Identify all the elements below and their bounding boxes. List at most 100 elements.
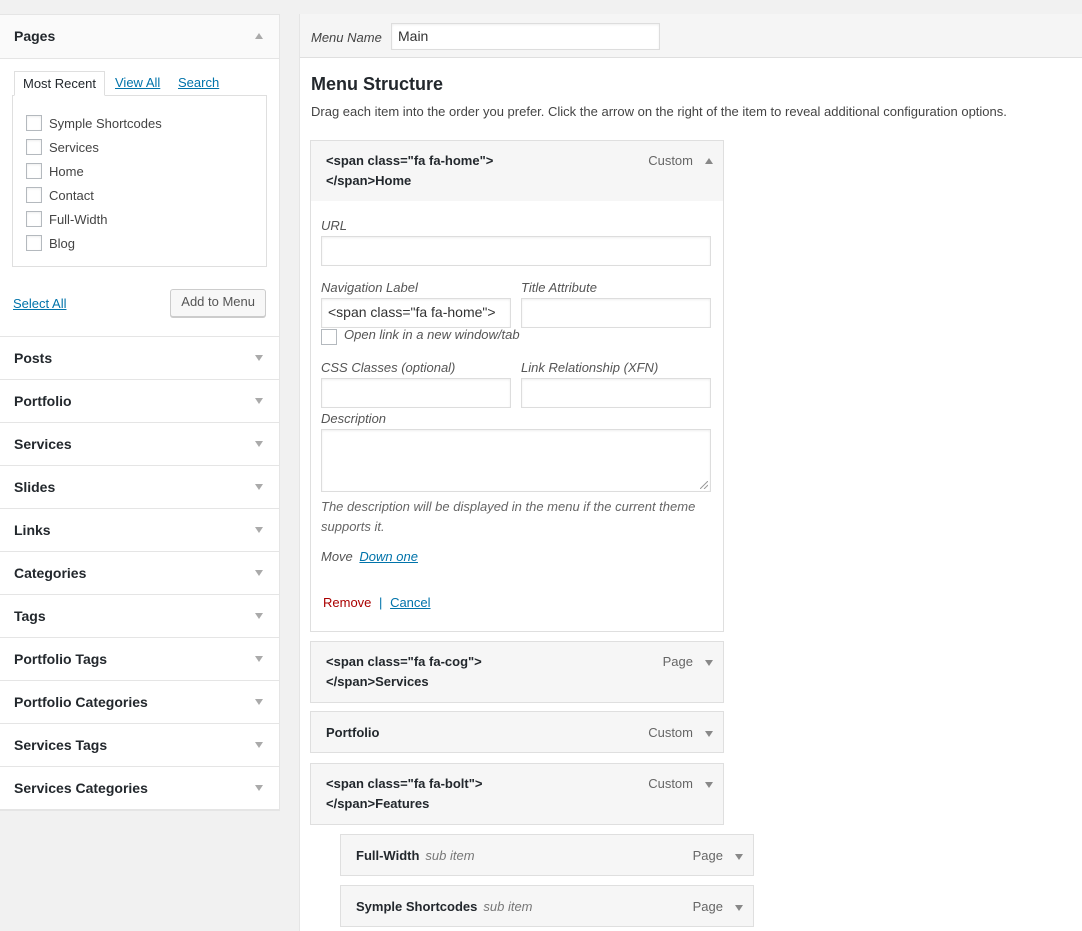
description-label: Description — [321, 411, 387, 426]
page-option: Blog — [26, 231, 266, 255]
section-title: Portfolio Categories — [14, 694, 148, 710]
menu-editor: Menu Name Main Menu Structure Drag each … — [299, 14, 1082, 931]
section-links[interactable]: Links — [0, 509, 279, 552]
menu-item-title: Full-Width sub item — [356, 846, 475, 866]
page-option-label: Services — [49, 139, 99, 155]
menu-item-title-line: <span class="fa fa-cog"> — [326, 654, 482, 669]
item-actions: Remove | Cancel — [323, 595, 431, 610]
cancel-link[interactable]: Cancel — [390, 595, 430, 610]
chevron-down-icon — [255, 742, 263, 748]
xfn-label: Link Relationship (XFN) — [521, 360, 659, 375]
section-services-categories[interactable]: Services Categories — [0, 767, 279, 810]
sub-item-label: sub item — [483, 899, 533, 914]
menu-item-type: Page — [692, 848, 723, 863]
pages-panel: Most Recent View All Search Symple Short… — [0, 59, 279, 337]
actions-separator: | — [379, 595, 383, 610]
chevron-down-icon[interactable] — [705, 660, 713, 666]
section-title: Services — [14, 436, 72, 452]
remove-link[interactable]: Remove — [323, 595, 371, 610]
chevron-down-icon — [255, 398, 263, 404]
page-option: Home — [26, 159, 266, 183]
chevron-up-icon[interactable] — [705, 158, 713, 164]
menu-item-title-line: </span>Features — [326, 796, 430, 811]
add-to-menu-button[interactable]: Add to Menu — [170, 289, 266, 317]
menu-name-input[interactable]: Main — [391, 23, 660, 50]
chevron-down-icon — [255, 527, 263, 533]
page-option-label: Symple Shortcodes — [49, 115, 162, 131]
menu-item-title: Symple Shortcodes sub item — [356, 897, 533, 917]
page-option: Full-Width — [26, 207, 266, 231]
navigation-label-input[interactable]: <span class="fa fa-home"> — [321, 298, 511, 328]
section-categories[interactable]: Categories — [0, 552, 279, 595]
tab-most-recent[interactable]: Most Recent — [14, 71, 105, 96]
section-portfolio-tags[interactable]: Portfolio Tags — [0, 638, 279, 681]
menu-item-type: Page — [662, 654, 693, 669]
sub-item-label: sub item — [425, 848, 475, 863]
section-posts[interactable]: Posts — [0, 337, 279, 380]
move-label: Move — [321, 549, 353, 564]
menu-structure-description: Drag each item into the order you prefer… — [311, 104, 1007, 119]
menu-item-title: <span class="fa fa-cog"> </span>Services — [326, 652, 482, 692]
page-checkbox[interactable] — [26, 115, 42, 131]
description-textarea[interactable] — [321, 429, 711, 492]
section-services[interactable]: Services — [0, 423, 279, 466]
section-title: Links — [14, 522, 51, 538]
chevron-down-icon[interactable] — [705, 731, 713, 737]
menu-structure-title: Menu Structure — [311, 74, 444, 94]
page-option-label: Full-Width — [49, 211, 108, 227]
section-portfolio[interactable]: Portfolio — [0, 380, 279, 423]
menu-item-full-width[interactable]: Full-Width sub item Page — [340, 834, 754, 876]
tab-search[interactable]: Search — [170, 71, 227, 94]
menu-item-services[interactable]: <span class="fa fa-cog"> </span>Services… — [310, 641, 724, 703]
page-option-label: Home — [49, 163, 84, 179]
chevron-down-icon — [255, 656, 263, 662]
menu-item-features[interactable]: <span class="fa fa-bolt"> </span>Feature… — [310, 763, 724, 825]
page-option-label: Blog — [49, 235, 76, 251]
menu-item-title-line: <span class="fa fa-home"> — [326, 153, 494, 168]
chevron-down-icon[interactable] — [735, 905, 743, 911]
description-help-text: The description will be displayed in the… — [321, 499, 696, 534]
page-option: Services — [26, 135, 266, 159]
url-label: URL — [321, 218, 348, 233]
pages-section-header[interactable]: Pages — [0, 15, 279, 59]
menu-item-symple-shortcodes[interactable]: Symple Shortcodes sub item Page — [340, 885, 754, 927]
new-window-checkbox[interactable] — [321, 329, 337, 345]
chevron-down-icon — [255, 785, 263, 791]
tab-view-all[interactable]: View All — [107, 71, 168, 94]
page-checkbox[interactable] — [26, 163, 42, 179]
chevron-down-icon[interactable] — [705, 782, 713, 788]
page-checkbox[interactable] — [26, 187, 42, 203]
menu-item-home[interactable]: <span class="fa fa-home"> </span>Home Cu… — [310, 140, 724, 202]
resize-handle-icon[interactable] — [700, 481, 708, 489]
chevron-down-icon — [255, 441, 263, 447]
pages-checklist: Symple Shortcodes Services Home Contact … — [12, 95, 267, 267]
page-checkbox[interactable] — [26, 211, 42, 227]
chevron-down-icon[interactable] — [735, 854, 743, 860]
menu-name-bar: Menu Name Main — [300, 14, 1082, 58]
page-checkbox[interactable] — [26, 139, 42, 155]
xfn-input[interactable] — [521, 378, 711, 408]
chevron-down-icon — [255, 613, 263, 619]
page-checkbox[interactable] — [26, 235, 42, 251]
section-services-tags[interactable]: Services Tags — [0, 724, 279, 767]
menu-items-sidebar: Pages Most Recent View All Search Symple… — [0, 14, 280, 811]
section-tags[interactable]: Tags — [0, 595, 279, 638]
css-classes-input[interactable] — [321, 378, 511, 408]
navigation-label-label: Navigation Label — [321, 280, 418, 295]
section-slides[interactable]: Slides — [0, 466, 279, 509]
page-option: Symple Shortcodes — [26, 111, 266, 135]
page-option: Contact — [26, 183, 266, 207]
select-all-link[interactable]: Select All — [13, 296, 66, 311]
section-portfolio-categories[interactable]: Portfolio Categories — [0, 681, 279, 724]
title-attribute-input[interactable] — [521, 298, 711, 328]
menu-item-portfolio[interactable]: Portfolio Custom — [310, 711, 724, 753]
pages-section: Pages Most Recent View All Search Symple… — [0, 14, 280, 811]
menu-item-type: Page — [692, 899, 723, 914]
menu-item-title-line: <span class="fa fa-bolt"> — [326, 776, 483, 791]
menu-item-settings: URL Navigation Label <span class="fa fa-… — [310, 201, 724, 632]
move-down-one-link[interactable]: Down one — [359, 549, 418, 564]
section-title: Tags — [14, 608, 46, 624]
url-input[interactable] — [321, 236, 711, 266]
section-title: Services Tags — [14, 737, 108, 753]
section-title: Slides — [14, 479, 56, 495]
